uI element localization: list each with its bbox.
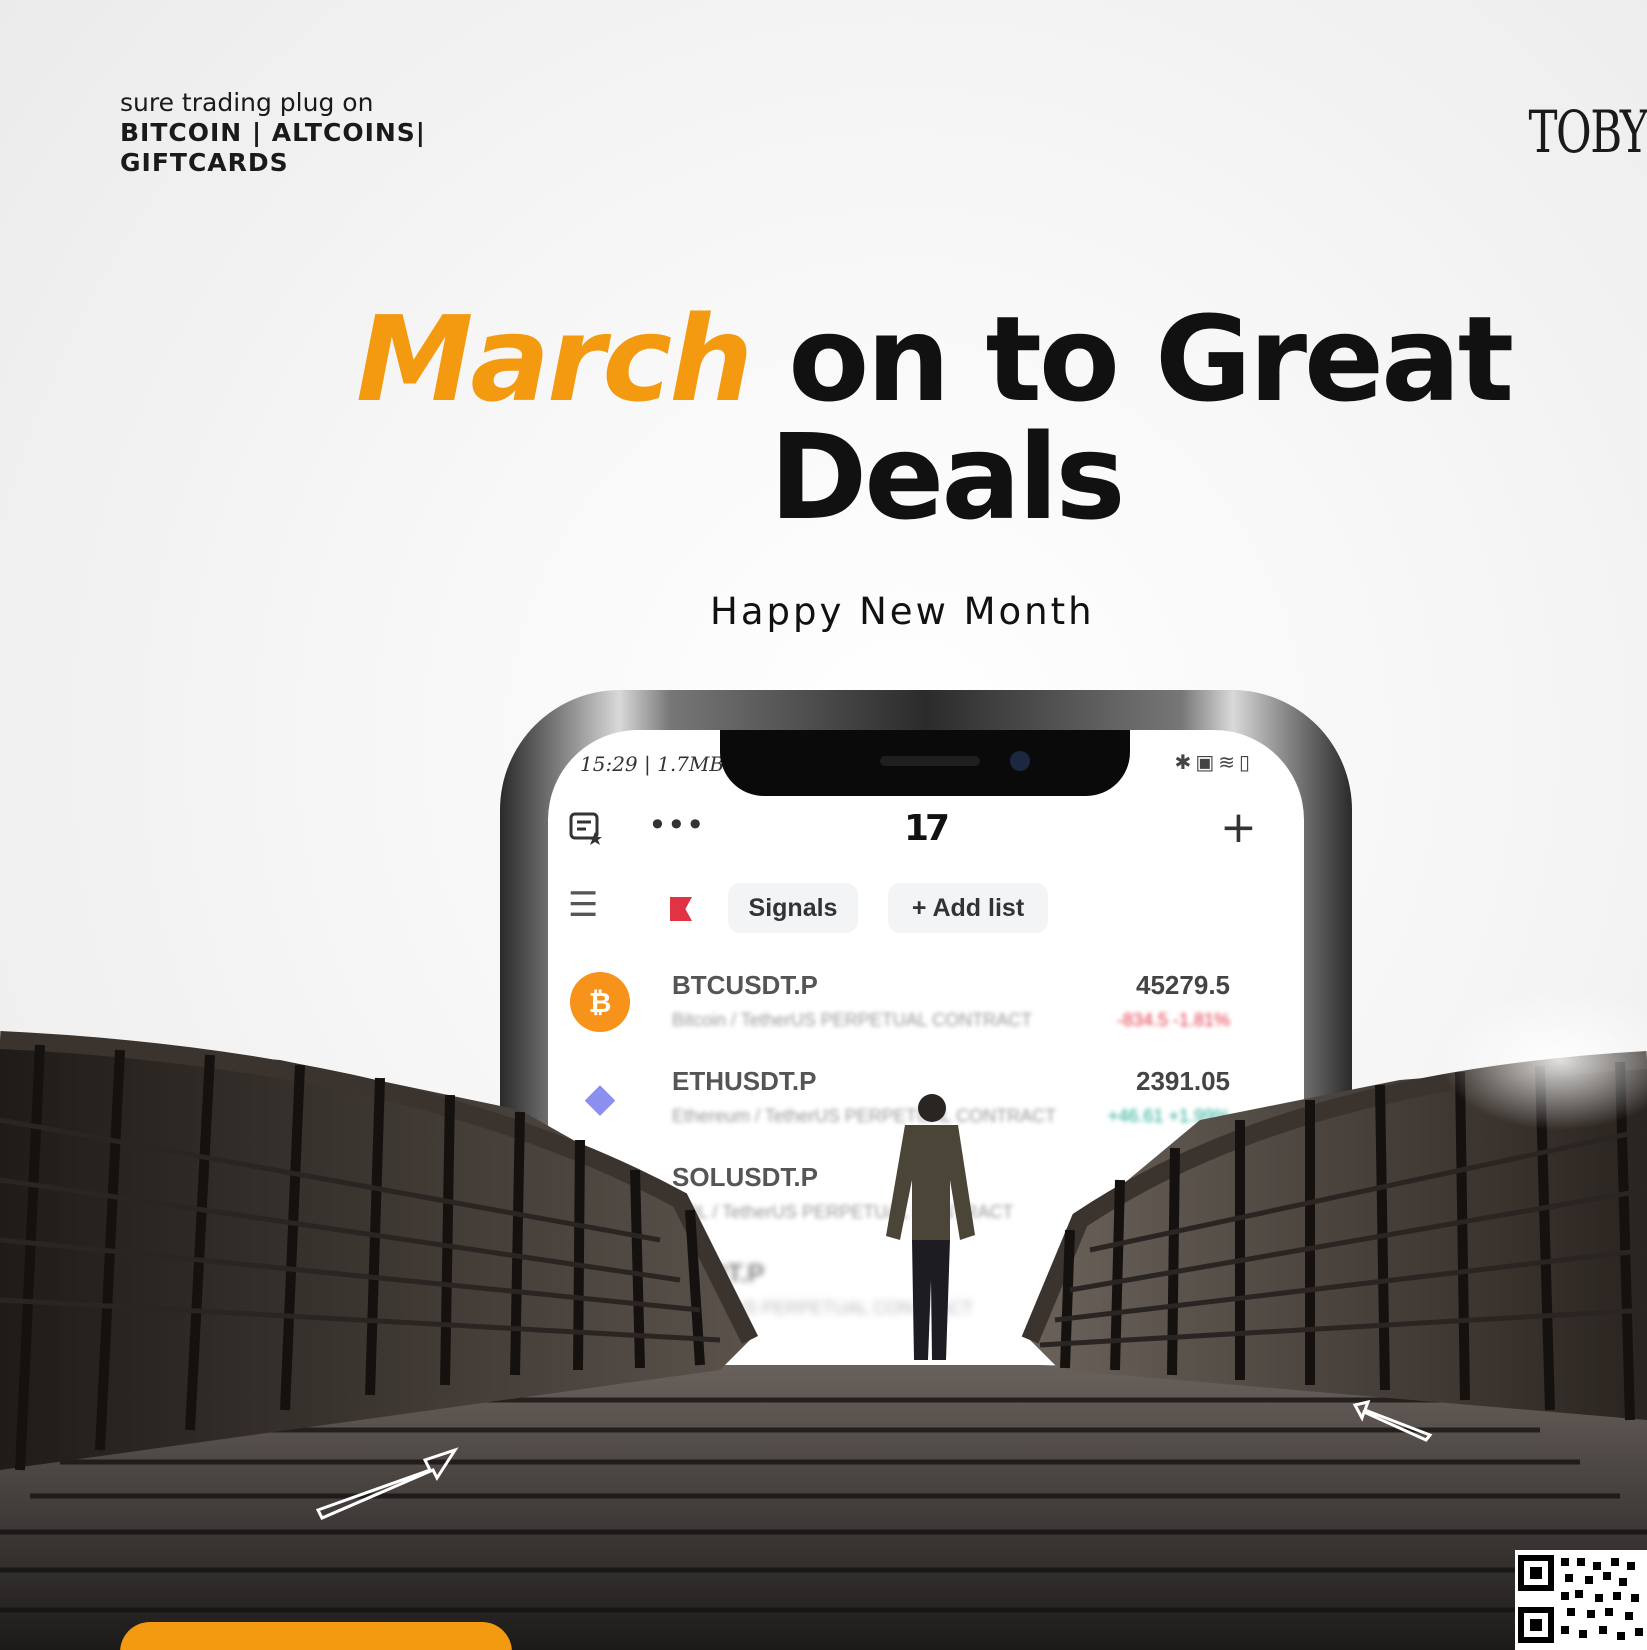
bridge-photo (0, 990, 1647, 1650)
qr-code (1515, 1550, 1647, 1650)
promo-poster: sure trading plug on BITCOIN | ALTCOINS|… (0, 0, 1647, 1650)
cta-pill[interactable] (120, 1622, 512, 1650)
walking-man (886, 1094, 975, 1360)
